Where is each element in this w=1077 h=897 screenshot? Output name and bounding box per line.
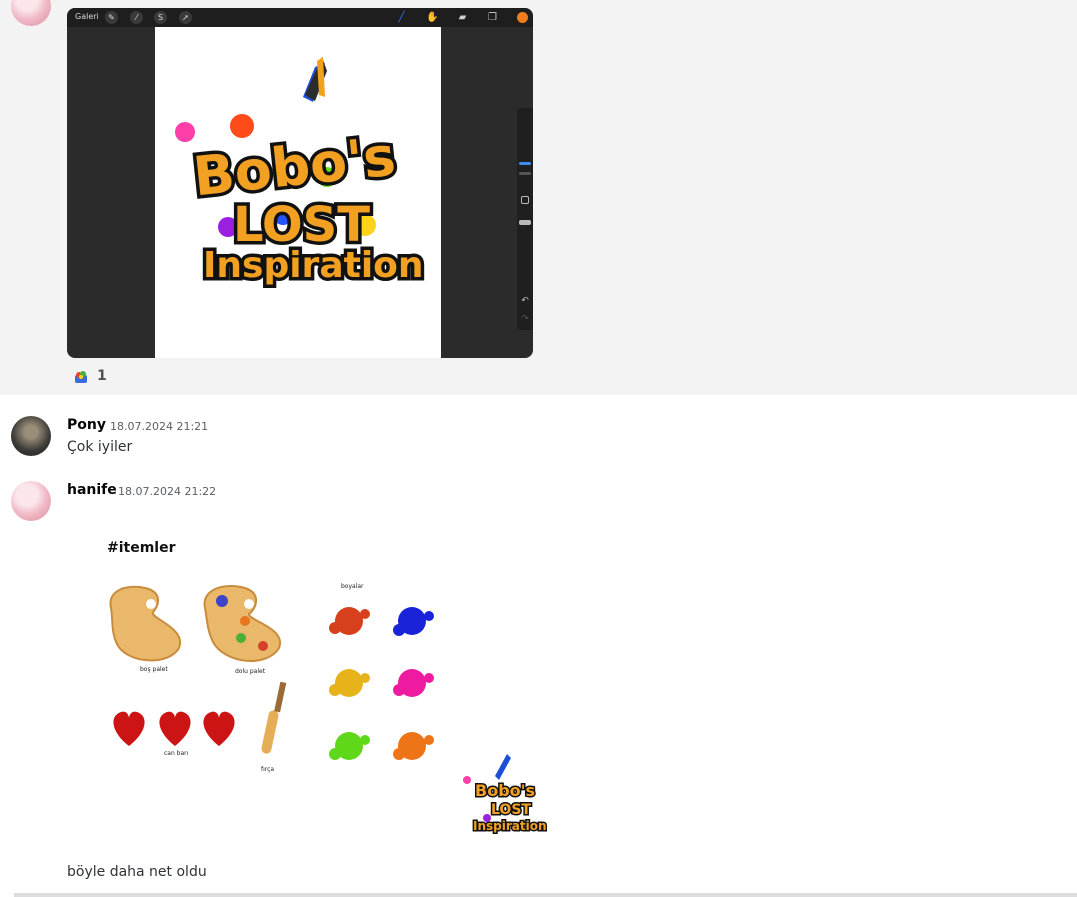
label-paints: boyalar [341, 583, 364, 590]
procreate-toolbar: Galeri ✎ ⁄ S ➚ ╱ ✋ ▰ ❐ [67, 8, 533, 27]
reaction-count: 1 [97, 368, 107, 384]
svg-text:Bobo's: Bobo's [475, 781, 535, 800]
message-text: Çok iyiler [67, 439, 133, 455]
health-hearts [113, 711, 235, 746]
svg-text:Inspiration: Inspiration [473, 819, 547, 833]
reaction-button[interactable]: 1 [67, 366, 109, 388]
reaction-emoji-icon [75, 371, 87, 383]
chat-page: Galeri ✎ ⁄ S ➚ ╱ ✋ ▰ ❐ Bobo's LOST Inspi… [0, 0, 1077, 897]
message-timestamp[interactable]: 18.07.2024 21:21 [110, 420, 208, 433]
red-splat [230, 114, 254, 138]
bobos-lost-inspiration-logo: Bobo's LOST Inspiration [175, 57, 427, 290]
label-brush: fırça [261, 766, 275, 773]
gallery-label: Galeri [75, 12, 99, 21]
image-attachment-procreate[interactable]: Galeri ✎ ⁄ S ➚ ╱ ✋ ▰ ❐ Bobo's LOST Inspi… [67, 8, 533, 358]
label-empty-palette: boş palet [140, 666, 168, 673]
magic-wand-icon: ⁄ [130, 11, 143, 24]
avatar[interactable] [11, 481, 51, 521]
avatar[interactable] [11, 416, 51, 456]
label-full-palette: dolu palet [235, 668, 266, 675]
opacity-slider [519, 220, 531, 225]
message-timestamp[interactable]: 18.07.2024 21:22 [118, 485, 216, 498]
empty-palette [109, 585, 182, 662]
paint-splats [329, 607, 434, 760]
message-author[interactable]: Pony [67, 417, 106, 433]
selection-icon: S [154, 11, 167, 24]
layers-icon: ❐ [488, 12, 497, 23]
logo-line-1: Bobo's [190, 125, 398, 209]
undo-icon: ↶ [521, 296, 529, 306]
transform-arrow-icon: ➚ [179, 11, 192, 24]
message-author[interactable]: hanife [67, 482, 117, 498]
modify-button [521, 196, 529, 204]
pink-splat [175, 122, 195, 142]
message-text: böyle daha net oldu [67, 864, 207, 880]
redo-icon: ↷ [521, 314, 529, 324]
label-health-bar: can barı [164, 750, 189, 757]
brush-size-track [519, 172, 531, 175]
color-swatch [517, 12, 528, 23]
mini-logo: Bobo's LOST Inspiration [463, 754, 547, 835]
artwork-canvas: Bobo's LOST Inspiration [155, 27, 441, 358]
eraser-icon: ▰ [458, 12, 467, 23]
procreate-sidebar: ↶ ↷ [517, 108, 533, 330]
brush-icon: ╱ [398, 12, 405, 23]
brush-size-slider [519, 162, 531, 165]
brush-item [261, 681, 287, 754]
items-illustration: Bobo's LOST Inspiration [109, 585, 547, 835]
message-input-edge [14, 893, 1077, 897]
image-attachment-items[interactable]: #itemler Bobo's LOST Inspiration boyalar… [67, 518, 547, 843]
logo-line-3: Inspiration [203, 245, 424, 286]
wrench-icon: ✎ [105, 11, 118, 24]
smudge-icon: ✋ [426, 12, 439, 23]
svg-text:LOST: LOST [491, 802, 531, 818]
